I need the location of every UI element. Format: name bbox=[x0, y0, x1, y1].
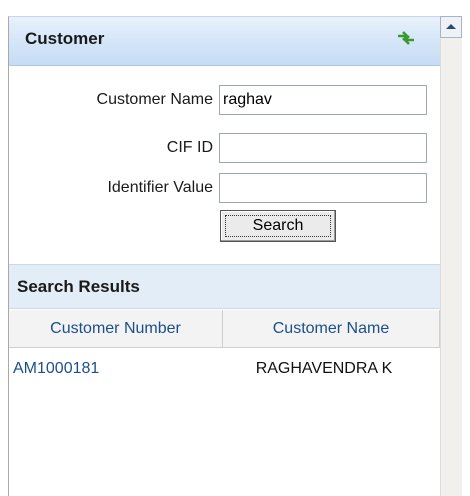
vertical-scrollbar[interactable] bbox=[440, 16, 462, 496]
search-results-title: Search Results bbox=[17, 277, 140, 296]
scroll-up-button[interactable] bbox=[440, 16, 462, 38]
identifier-value-input[interactable] bbox=[219, 173, 427, 203]
refresh-icon[interactable] bbox=[395, 27, 417, 49]
result-customer-name: RAGHAVENDRA K bbox=[255, 360, 393, 377]
cif-id-input[interactable] bbox=[219, 133, 427, 163]
search-button[interactable]: Search bbox=[220, 210, 336, 242]
customer-panel: Customer Customer Name CIF ID Identifier… bbox=[8, 16, 440, 496]
identifier-value-label: Identifier Value bbox=[107, 179, 213, 196]
panel-title: Customer bbox=[25, 29, 105, 48]
search-results-header: Search Results bbox=[9, 264, 440, 309]
search-button-label: Search bbox=[221, 211, 335, 241]
column-header-customer-number[interactable]: Customer Number bbox=[9, 310, 223, 348]
customer-name-label: Customer Name bbox=[96, 91, 213, 108]
column-header-customer-name[interactable]: Customer Name bbox=[223, 310, 440, 348]
customer-name-input[interactable] bbox=[219, 85, 427, 115]
cif-id-label: CIF ID bbox=[166, 139, 213, 156]
result-customer-number-link[interactable]: AM1000181 bbox=[13, 351, 99, 387]
scroll-up-arrow-icon bbox=[446, 24, 456, 29]
panel-header: Customer bbox=[9, 17, 440, 66]
